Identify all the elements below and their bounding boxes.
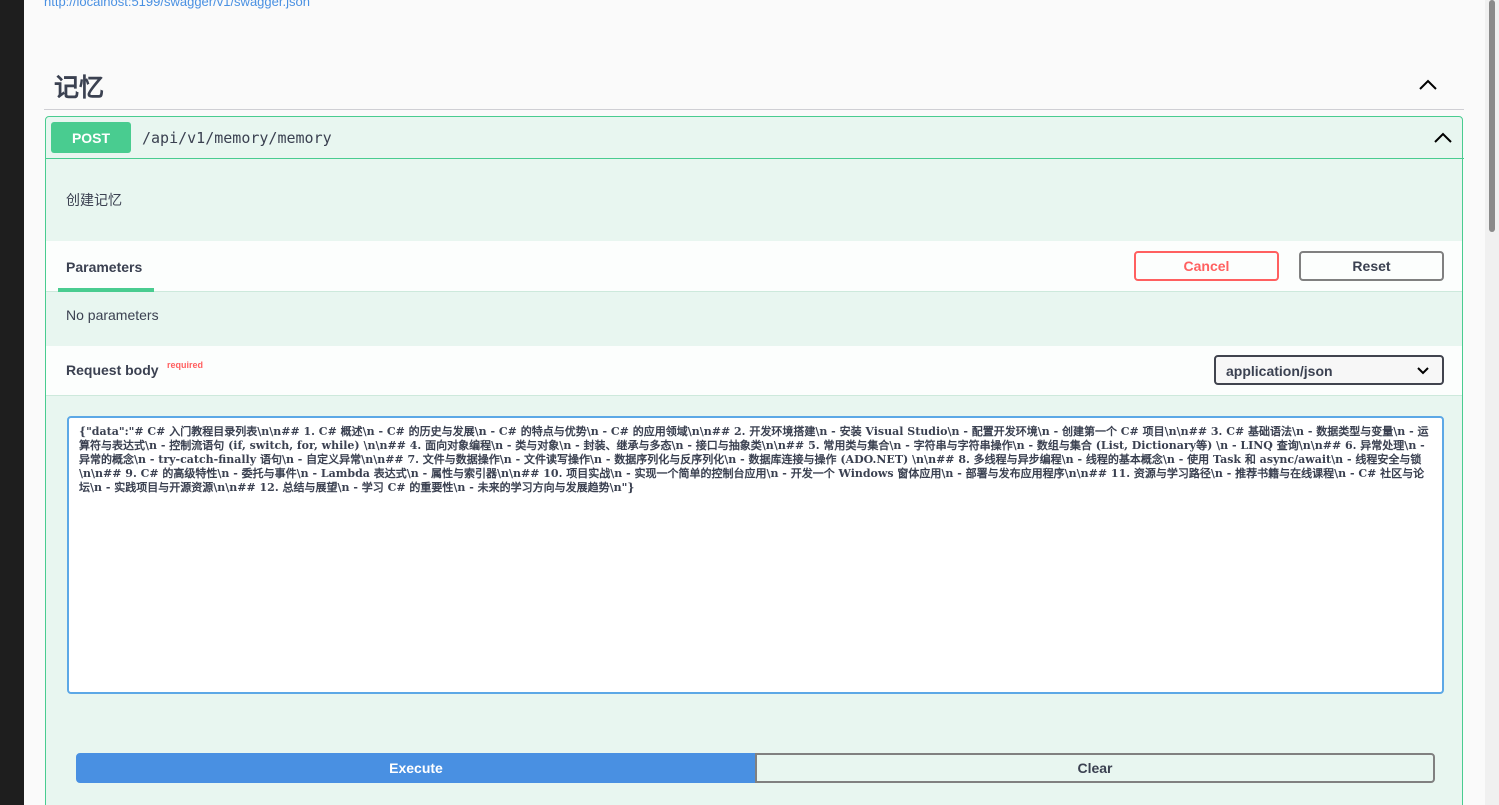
content-type-select[interactable]: application/json: [1214, 355, 1444, 385]
swagger-json-link[interactable]: http://localhost:5199/swagger/v1/swagger…: [44, 0, 310, 9]
no-parameters-text: No parameters: [66, 307, 159, 323]
scrollbar[interactable]: [1485, 0, 1499, 805]
reset-button[interactable]: Reset: [1299, 251, 1444, 281]
method-badge: POST: [51, 122, 131, 153]
swagger-page: http://localhost:5199/swagger/v1/swagger…: [24, 0, 1485, 805]
scrollbar-thumb[interactable]: [1489, 0, 1495, 232]
operation-summary[interactable]: POST /api/v1/memory/memory: [46, 117, 1464, 159]
operation-path: /api/v1/memory/memory: [142, 129, 332, 147]
cancel-button[interactable]: Cancel: [1134, 251, 1279, 281]
section-title[interactable]: 记忆: [54, 68, 104, 104]
operation-block: POST /api/v1/memory/memory 创建记忆 Paramete…: [45, 116, 1464, 805]
chevron-up-icon[interactable]: [1432, 127, 1454, 149]
section-divider: [44, 109, 1464, 110]
request-body-editor[interactable]: {"data":"# C# 入门教程目录列表\n\n## 1. C# 概述\n …: [67, 416, 1444, 694]
content-type-value: application/json: [1226, 363, 1333, 379]
tab-active-indicator: [58, 288, 154, 292]
execute-button[interactable]: Execute: [76, 753, 756, 783]
operation-description: 创建记忆: [66, 192, 122, 208]
tab-parameters[interactable]: Parameters: [66, 259, 142, 275]
request-body-label: Request body: [66, 362, 159, 378]
clear-button[interactable]: Clear: [755, 753, 1435, 783]
required-marker: required: [167, 360, 204, 370]
chevron-up-icon[interactable]: [1416, 74, 1440, 96]
chevron-down-icon: [1417, 367, 1429, 375]
